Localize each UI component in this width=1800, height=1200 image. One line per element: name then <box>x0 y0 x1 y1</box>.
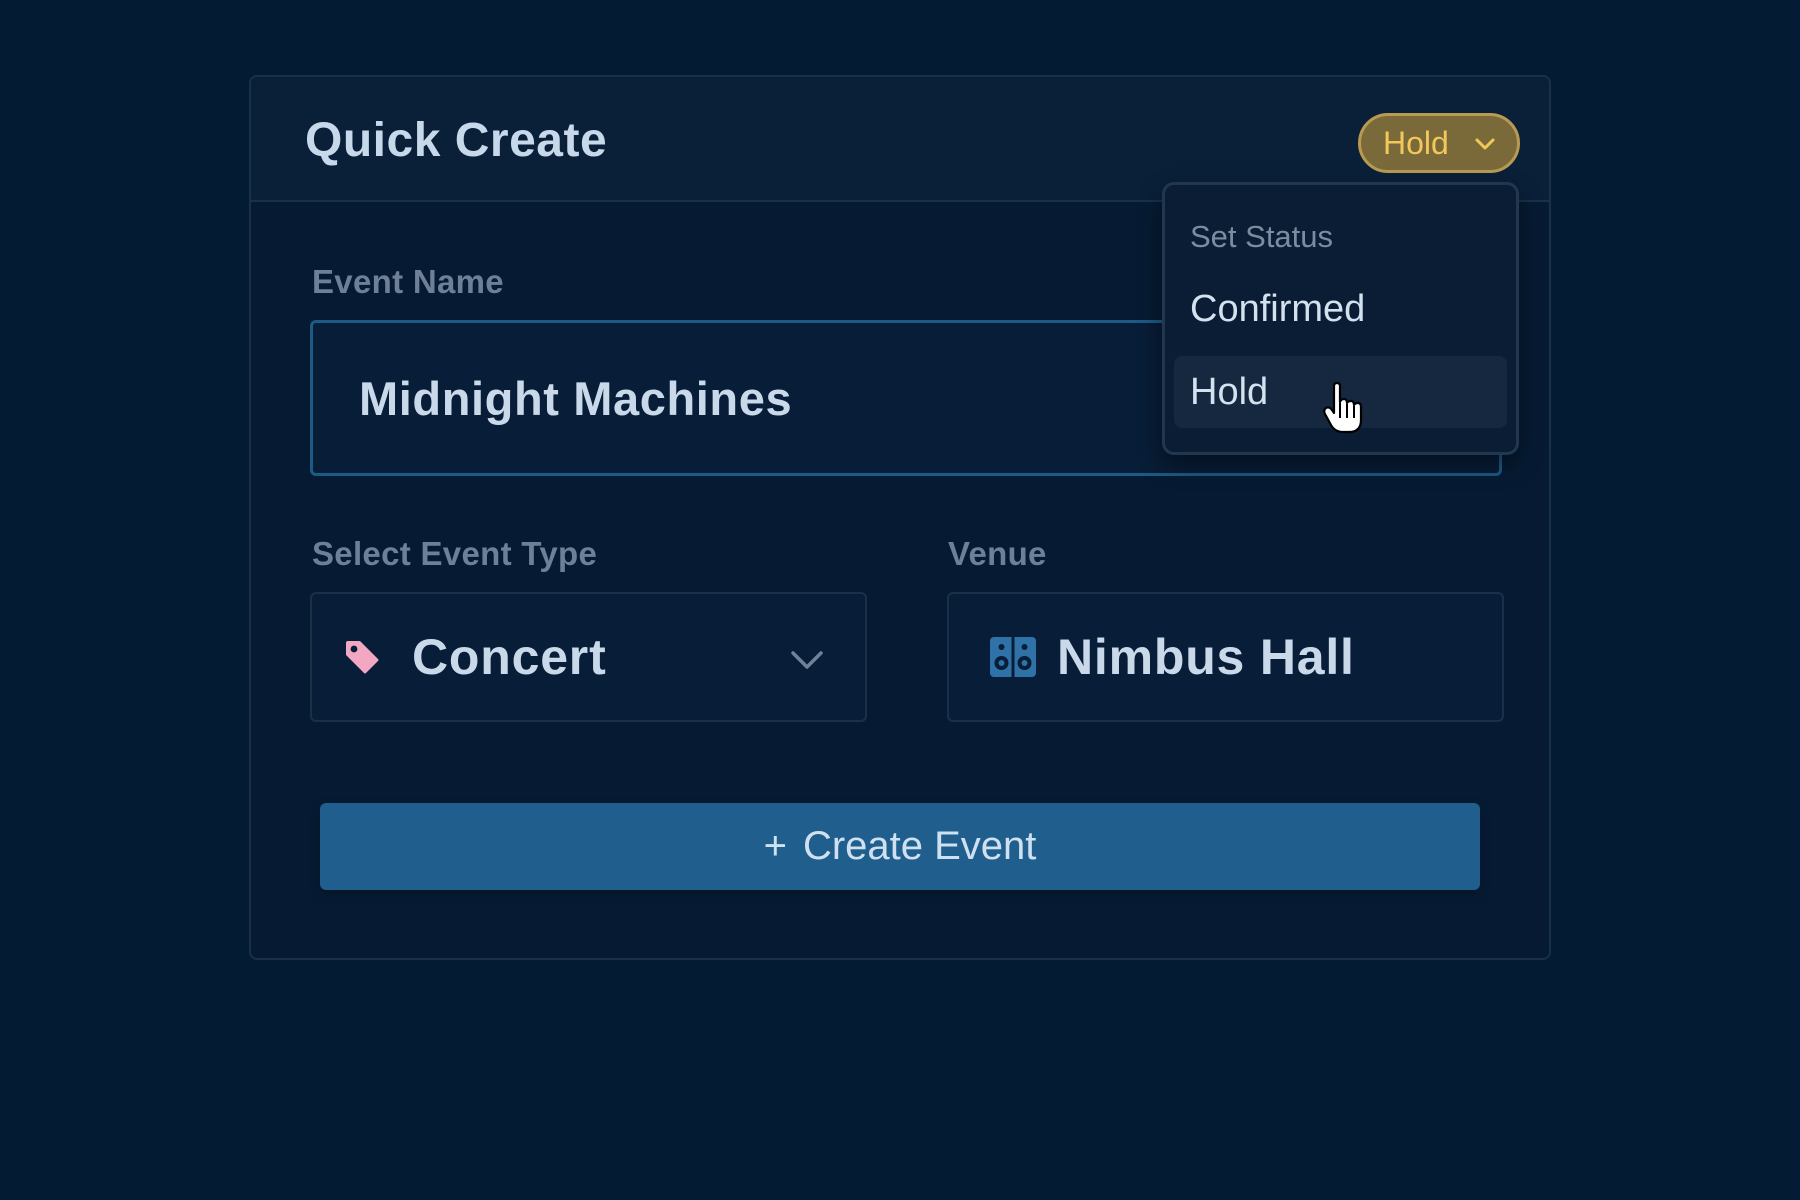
speaker-icon <box>990 637 1036 677</box>
status-dropdown-button[interactable]: Hold <box>1358 113 1520 173</box>
venue-field[interactable]: Nimbus Hall <box>947 592 1504 722</box>
hand-cursor-icon <box>1323 382 1363 434</box>
create-event-button[interactable]: + Create Event <box>320 803 1480 890</box>
event-type-value: Concert <box>412 629 607 685</box>
event-name-label: Event Name <box>312 263 504 300</box>
chevron-down-icon <box>1475 138 1495 150</box>
card-title: Quick Create <box>305 114 608 167</box>
status-option-confirmed[interactable]: Confirmed <box>1174 273 1507 345</box>
chevron-down-icon <box>791 651 823 669</box>
venue-value: Nimbus Hall <box>1057 629 1355 685</box>
event-name-value: Midnight Machines <box>359 371 793 425</box>
status-label: Hold <box>1383 124 1449 161</box>
event-type-label: Select Event Type <box>312 535 598 572</box>
venue-label: Venue <box>948 535 1047 572</box>
status-menu-heading: Set Status <box>1190 219 1334 254</box>
create-event-label: Create Event <box>802 824 1037 868</box>
event-type-select[interactable]: Concert <box>310 592 867 722</box>
tag-icon <box>346 641 379 674</box>
plus-icon: + <box>763 824 787 868</box>
